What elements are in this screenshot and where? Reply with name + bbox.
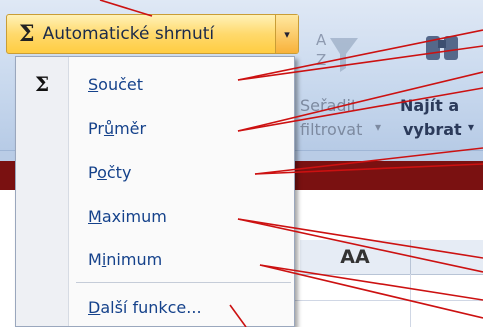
autosum-menu: Σ Součet Průměr Počty Maximum Minimum Da… <box>15 56 295 327</box>
binoculars-icon[interactable] <box>410 18 470 78</box>
menu-separator <box>76 282 291 283</box>
menu-item-label: alší funkce... <box>100 298 202 317</box>
menu-item-label: P <box>88 163 98 182</box>
menu-item-label: měr <box>114 119 147 138</box>
menu-item-label: M <box>88 250 102 269</box>
filter-dropdown-icon: ▾ <box>375 120 382 134</box>
menu-item-label: čty <box>106 163 132 182</box>
menu-item-label: Pr <box>88 119 104 138</box>
menu-item-accelerator: M <box>88 207 102 226</box>
find-dropdown-icon: ▾ <box>468 120 475 134</box>
column-header-next[interactable] <box>411 240 483 275</box>
menu-item-sum[interactable]: Součet <box>88 75 143 94</box>
sort-label: Seřadit <box>300 96 358 115</box>
column-header-aa-label: AA <box>340 246 370 268</box>
autosum-button[interactable]: Σ Automatické shrnutí ▾ <box>6 14 299 54</box>
menu-item-label: aximum <box>101 207 167 226</box>
column-header-aa[interactable]: AA <box>300 240 411 275</box>
autosum-dropdown-button[interactable]: ▾ <box>275 15 298 53</box>
menu-item-accelerator: S <box>88 75 99 94</box>
menu-item-accelerator: D <box>88 298 101 317</box>
find-label-bottom: vybrat <box>403 120 462 139</box>
autosum-label: Automatické shrnutí <box>42 24 215 44</box>
menu-item-average[interactable]: Průměr <box>88 119 146 138</box>
filter-label: filtrovat <box>300 120 363 139</box>
menu-item-accelerator: o <box>97 163 107 182</box>
menu-item-minimum[interactable]: Minimum <box>88 250 162 269</box>
menu-item-more-functions[interactable]: Další funkce... <box>88 298 202 317</box>
menu-item-label: oučet <box>98 75 143 94</box>
svg-text:A: A <box>316 31 327 49</box>
sigma-icon: Σ <box>35 72 50 96</box>
menu-item-count[interactable]: Počty <box>88 163 131 182</box>
sigma-icon: Σ <box>19 21 35 47</box>
menu-item-accelerator: ů <box>103 119 115 138</box>
chevron-down-icon: ▾ <box>284 27 290 41</box>
find-label-top: Najít a <box>400 96 460 115</box>
menu-gutter <box>16 57 69 326</box>
menu-item-maximum[interactable]: Maximum <box>88 207 167 226</box>
svg-text:Z: Z <box>316 51 326 69</box>
menu-item-label: nimum <box>106 250 163 269</box>
grid-line <box>290 300 483 301</box>
sort-filter-icon[interactable]: A Z <box>300 20 360 80</box>
